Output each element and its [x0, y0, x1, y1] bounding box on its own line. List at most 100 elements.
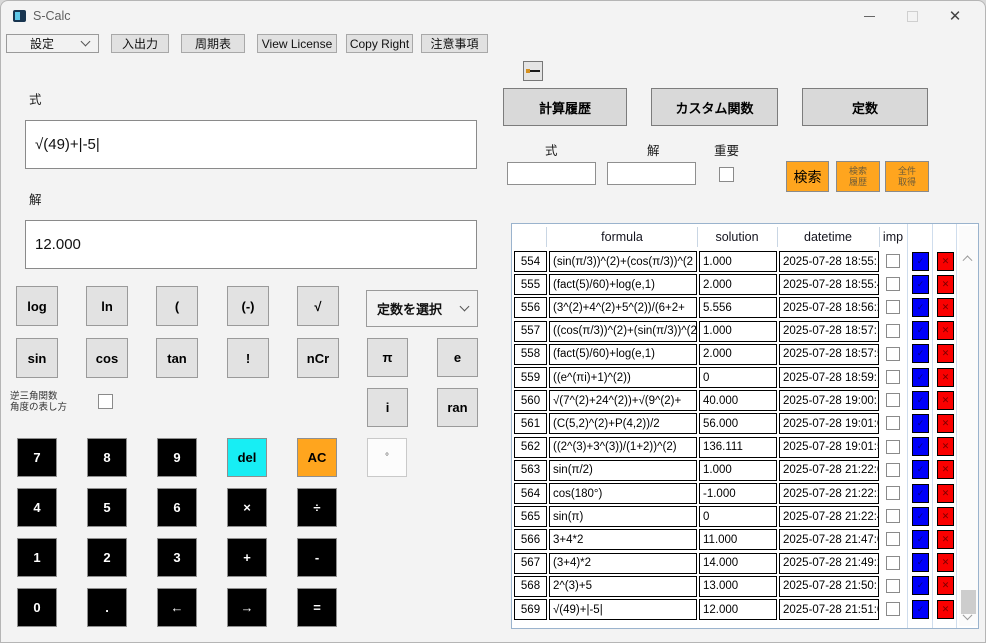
calc-key-i[interactable]: i	[367, 388, 408, 427]
row-id-cell[interactable]: 558	[514, 343, 547, 365]
solution-cell[interactable]: 12.000	[699, 599, 777, 620]
formula-cell[interactable]: ((e^(πi)+1)^(2))	[549, 367, 697, 388]
row-id-cell[interactable]: 559	[514, 367, 547, 388]
delete-row-button[interactable]: ✕	[937, 367, 954, 387]
imp-checkbox[interactable]	[886, 416, 900, 431]
view-license-button[interactable]: View License	[257, 34, 337, 53]
datetime-cell[interactable]: 2025-07-28 21:22:24	[779, 483, 879, 504]
numpad-key-×[interactable]: ×	[227, 488, 267, 527]
formula-cell[interactable]: (3^(2)+4^(2)+5^(2))/(6+2+	[549, 297, 697, 319]
formula-cell[interactable]: 2^(3)+5	[549, 575, 697, 597]
search-solution-input[interactable]	[607, 162, 696, 185]
numpad-key-→[interactable]: →	[227, 588, 267, 627]
restore-row-button[interactable]: ✓	[912, 553, 929, 573]
delete-row-button[interactable]: ✕	[937, 321, 954, 341]
imp-checkbox[interactable]	[886, 323, 900, 338]
delete-row-button[interactable]: ✕	[937, 437, 954, 457]
imp-checkbox[interactable]	[886, 254, 900, 268]
calc-key-paren-open[interactable]: (	[156, 286, 198, 326]
restore-row-button[interactable]: ✓	[912, 274, 929, 294]
row-id-cell[interactable]: 557	[514, 320, 547, 342]
numpad-key-.[interactable]: .	[87, 588, 127, 627]
restore-row-button[interactable]: ✓	[912, 367, 929, 387]
inverse-trig-checkbox[interactable]	[98, 394, 113, 409]
close-button[interactable]: ✕	[940, 5, 970, 27]
row-id-cell[interactable]: 554	[514, 251, 547, 272]
imp-checkbox[interactable]	[886, 277, 900, 292]
calc-key-tan[interactable]: tan	[156, 338, 198, 378]
delete-row-button[interactable]: ✕	[937, 483, 954, 503]
delete-row-button[interactable]: ✕	[937, 553, 954, 573]
calc-key-sin[interactable]: sin	[16, 338, 58, 378]
numpad-key-1[interactable]: 1	[17, 538, 57, 577]
row-id-cell[interactable]: 562	[514, 436, 547, 458]
settings-combobox[interactable]: 設定	[6, 34, 99, 53]
column-header-imp[interactable]: imp	[880, 224, 906, 250]
restore-row-button[interactable]: ✓	[912, 321, 929, 341]
numpad-key-5[interactable]: 5	[87, 488, 127, 527]
column-header-datetime[interactable]: datetime	[778, 224, 878, 250]
solution-cell[interactable]: 2.000	[699, 274, 777, 296]
row-id-cell[interactable]: 569	[514, 599, 547, 620]
numpad-key--[interactable]: -	[297, 538, 337, 577]
imp-checkbox[interactable]	[886, 462, 900, 477]
numpad-key-0[interactable]: 0	[17, 588, 57, 627]
copy-right-button[interactable]: Copy Right	[346, 34, 413, 53]
restore-row-button[interactable]: ✓	[912, 251, 929, 271]
restore-row-button[interactable]: ✓	[912, 529, 929, 549]
solution-cell[interactable]: 1.000	[699, 320, 777, 342]
restore-row-button[interactable]: ✓	[912, 344, 929, 364]
solution-cell[interactable]: 13.000	[699, 575, 777, 597]
scroll-down-icon[interactable]	[962, 610, 973, 625]
formula-cell[interactable]: ((cos(π/3))^(2)+(sin(π/3))^(2	[549, 320, 697, 342]
restore-row-button[interactable]: ✓	[912, 483, 929, 503]
delete-row-button[interactable]: ✕	[937, 599, 954, 619]
imp-checkbox[interactable]	[886, 486, 900, 500]
calc-key-e[interactable]: e	[437, 338, 478, 377]
imp-checkbox[interactable]	[886, 578, 900, 593]
datetime-cell[interactable]: 2025-07-28 21:47:05	[779, 529, 879, 551]
formula-cell[interactable]: (sin(π/3))^(2)+(cos(π/3))^(2	[549, 251, 697, 272]
solution-cell[interactable]: 14.000	[699, 552, 777, 574]
datetime-cell[interactable]: 2025-07-28 18:59:10	[779, 367, 879, 388]
calc-key-ran[interactable]: ran	[437, 388, 478, 427]
solution-cell[interactable]: 11.000	[699, 529, 777, 551]
calc-key-ncr[interactable]: nCr	[297, 338, 339, 378]
datetime-cell[interactable]: 2025-07-28 19:01:09	[779, 413, 879, 435]
datetime-cell[interactable]: 2025-07-28 18:55:10	[779, 251, 879, 272]
restore-row-button[interactable]: ✓	[912, 599, 929, 619]
imp-checkbox[interactable]	[886, 370, 900, 384]
numpad-key-÷[interactable]: ÷	[297, 488, 337, 527]
delete-row-button[interactable]: ✕	[937, 413, 954, 433]
calc-key-degree[interactable]: °	[367, 438, 407, 477]
restore-row-button[interactable]: ✓	[912, 437, 929, 457]
numpad-key-+[interactable]: +	[227, 538, 267, 577]
io-button[interactable]: 入出力	[111, 34, 169, 53]
minimize-button[interactable]	[854, 5, 884, 27]
restore-row-button[interactable]: ✓	[912, 413, 929, 433]
expression-input[interactable]: √(49)+|-5|	[25, 120, 477, 169]
imp-checkbox[interactable]	[886, 509, 900, 524]
row-id-cell[interactable]: 563	[514, 459, 547, 481]
numpad-key-6[interactable]: 6	[157, 488, 197, 527]
datetime-cell[interactable]: 2025-07-28 21:51:05	[779, 599, 879, 620]
solution-cell[interactable]: 5.556	[699, 297, 777, 319]
numpad-key-=[interactable]: =	[297, 588, 337, 627]
column-header-formula[interactable]: formula	[548, 224, 696, 250]
imp-checkbox[interactable]	[886, 346, 900, 361]
imp-checkbox[interactable]	[886, 532, 900, 547]
row-id-cell[interactable]: 556	[514, 297, 547, 319]
collapse-panel-button[interactable]	[523, 61, 543, 81]
row-id-cell[interactable]: 568	[514, 575, 547, 597]
search-button[interactable]: 検索	[786, 161, 829, 192]
datetime-cell[interactable]: 2025-07-28 21:49:23	[779, 552, 879, 574]
formula-cell[interactable]: (fact(5)/60)+log(e,1)	[549, 343, 697, 365]
maximize-button[interactable]	[897, 5, 927, 27]
restore-row-button[interactable]: ✓	[912, 576, 929, 596]
numpad-key-4[interactable]: 4	[17, 488, 57, 527]
delete-row-button[interactable]: ✕	[937, 390, 954, 410]
formula-cell[interactable]: 3+4*2	[549, 529, 697, 551]
calc-key-sqrt[interactable]: √	[297, 286, 339, 326]
formula-cell[interactable]: cos(180°)	[549, 483, 697, 504]
solution-cell[interactable]: 0	[699, 506, 777, 528]
